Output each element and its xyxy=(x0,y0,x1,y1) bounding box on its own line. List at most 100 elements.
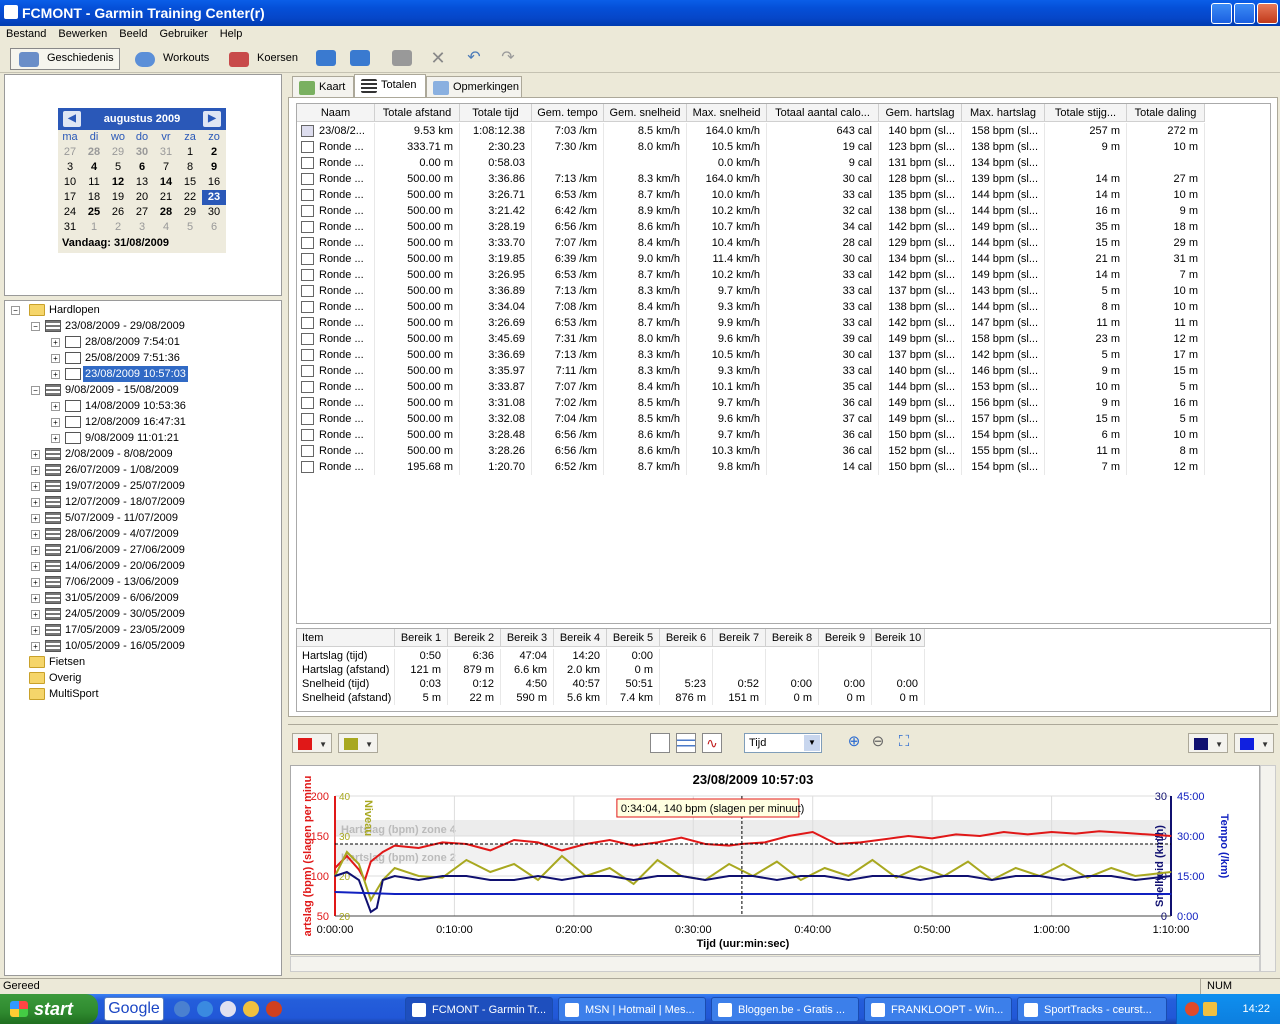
quicklaunch-tc-icon[interactable] xyxy=(174,1001,190,1017)
calendar-day[interactable]: 22 xyxy=(178,190,202,205)
table-row[interactable]: Ronde ... 500.00 m 3:36.89 7:13 /km 8.3 km/h… xyxy=(297,283,1210,299)
tree-node[interactable]: +24/05/2009 - 30/05/2009 xyxy=(5,606,281,622)
calendar-day[interactable]: 31 xyxy=(58,220,82,235)
expand-icon[interactable]: + xyxy=(51,402,60,411)
calendar-day[interactable]: 1 xyxy=(82,220,106,235)
menu-user[interactable]: Gebruiker xyxy=(153,26,213,40)
column-header[interactable]: Naam xyxy=(297,104,375,122)
table-row[interactable]: Ronde ... 500.00 m 3:33.87 7:07 /km 8.4 km/h… xyxy=(297,379,1210,395)
zone-column-header[interactable]: Bereik 6 xyxy=(660,629,713,647)
redo-icon[interactable]: ↷ xyxy=(498,50,518,66)
table-row[interactable]: Ronde ... 500.00 m 3:36.69 7:13 /km 8.3 km/h… xyxy=(297,347,1210,363)
table-row[interactable]: Ronde ... 500.00 m 3:35.97 7:11 /km 8.3 km/h… xyxy=(297,363,1210,379)
calendar-day[interactable]: 5 xyxy=(106,160,130,175)
zoom-fit-icon[interactable]: ⛶ xyxy=(894,733,914,753)
speed-color-picker[interactable]: ▼ xyxy=(1188,733,1228,753)
zone-column-header[interactable]: Bereik 1 xyxy=(395,629,448,647)
menu-view[interactable]: Beeld xyxy=(113,26,153,40)
tree-node[interactable]: +28/08/2009 7:54:01 xyxy=(5,334,281,350)
table-row[interactable]: Ronde ... 500.00 m 3:28.26 6:56 /km 8.6 km/h… xyxy=(297,443,1210,459)
column-header[interactable]: Gem. hartslag xyxy=(879,104,962,122)
chart-area[interactable]: Hartslag (bpm) zone 4 Hartslag (bpm) zone… xyxy=(290,765,1260,955)
table-row[interactable]: Ronde ... 500.00 m 3:45.69 7:31 /km 8.0 km/h… xyxy=(297,331,1210,347)
task-franklooopt[interactable]: FRANKLOOPT - Win... xyxy=(864,997,1012,1022)
calendar-day[interactable]: 14 xyxy=(154,175,178,190)
calendar-day[interactable]: 8 xyxy=(178,160,202,175)
calendar-day[interactable]: 10 xyxy=(58,175,82,190)
table-row[interactable]: Ronde ... 500.00 m 3:34.04 7:08 /km 8.4 km/h… xyxy=(297,299,1210,315)
calendar-day[interactable]: 5 xyxy=(178,220,202,235)
calendar-day[interactable]: 12 xyxy=(106,175,130,190)
calendar-day[interactable]: 25 xyxy=(82,205,106,220)
calendar-day[interactable]: 21 xyxy=(154,190,178,205)
tree-node[interactable]: Overig xyxy=(5,670,281,686)
tray-icon-1[interactable] xyxy=(1185,1002,1199,1016)
maximize-button[interactable] xyxy=(1234,3,1255,24)
level-color-picker[interactable]: ▼ xyxy=(338,733,378,753)
courses-button[interactable]: Koersen xyxy=(220,48,304,70)
expand-icon[interactable]: + xyxy=(31,498,40,507)
zone-column-header[interactable]: Bereik 8 xyxy=(766,629,819,647)
minimize-button[interactable] xyxy=(1211,3,1232,24)
expand-icon[interactable]: + xyxy=(51,434,60,443)
column-header[interactable]: Totale daling xyxy=(1127,104,1205,122)
tree-node[interactable]: +7/06/2009 - 13/06/2009 xyxy=(5,574,281,590)
quicklaunch-search-icon[interactable] xyxy=(243,1001,259,1017)
expand-icon[interactable]: + xyxy=(31,578,40,587)
table-row[interactable]: Ronde ... 500.00 m 3:36.86 7:13 /km 8.3 km/h… xyxy=(297,171,1210,187)
tree-node[interactable]: +25/08/2009 7:51:36 xyxy=(5,350,281,366)
tree-node[interactable]: − Hardlopen xyxy=(5,302,281,318)
expand-icon[interactable]: + xyxy=(31,562,40,571)
column-header[interactable]: Gem. snelheid xyxy=(604,104,687,122)
calendar-day[interactable]: 18 xyxy=(82,190,106,205)
menu-help[interactable]: Help xyxy=(214,26,249,40)
vertical-scrollbar[interactable] xyxy=(1260,765,1276,972)
pace-color-picker[interactable]: ▼ xyxy=(1234,733,1274,753)
tree-node[interactable]: +9/08/2009 11:01:21 xyxy=(5,430,281,446)
column-header[interactable]: Totale tijd xyxy=(460,104,532,122)
calendar-day[interactable]: 24 xyxy=(58,205,82,220)
activity-chart[interactable]: Hartslag (bpm) zone 4Hartslag (bpm) zone… xyxy=(291,766,1259,954)
calendar-day[interactable]: 27 xyxy=(58,145,82,160)
zone-column-header[interactable]: Bereik 5 xyxy=(607,629,660,647)
calendar-day[interactable]: 15 xyxy=(178,175,202,190)
tree-node[interactable]: MultiSport xyxy=(5,686,281,702)
table-row[interactable]: Ronde ... 500.00 m 3:33.70 7:07 /km 8.4 km/h… xyxy=(297,235,1210,251)
zone-column-header[interactable]: Bereik 10 xyxy=(872,629,925,647)
task-sporttracks[interactable]: SportTracks - ceurst... xyxy=(1017,997,1167,1022)
tray-icon-2[interactable] xyxy=(1203,1002,1217,1016)
print-icon[interactable] xyxy=(392,50,412,66)
expand-icon[interactable]: + xyxy=(51,418,60,427)
calendar-day[interactable]: 20 xyxy=(130,190,154,205)
hr-color-picker[interactable]: ▼ xyxy=(292,733,332,753)
task-msn[interactable]: MSN | Hotmail | Mes... xyxy=(558,997,706,1022)
calendar-day[interactable]: 9 xyxy=(202,160,226,175)
column-header[interactable]: Totale afstand xyxy=(375,104,460,122)
calendar-day[interactable]: 13 xyxy=(130,175,154,190)
calendar-day[interactable]: 4 xyxy=(154,220,178,235)
expand-icon[interactable]: + xyxy=(31,482,40,491)
quicklaunch-msn-icon[interactable] xyxy=(220,1001,236,1017)
tree-node[interactable]: +28/06/2009 - 4/07/2009 xyxy=(5,526,281,542)
table-row[interactable]: Ronde ... 333.71 m 2:30.23 7:30 /km 8.0 km/h… xyxy=(297,139,1210,155)
table-row[interactable]: Ronde ... 500.00 m 3:28.48 6:56 /km 8.6 km/h… xyxy=(297,427,1210,443)
tree-node[interactable]: +26/07/2009 - 1/08/2009 xyxy=(5,462,281,478)
next-month-button[interactable]: ▶ xyxy=(203,111,221,127)
receive-from-device-icon[interactable] xyxy=(350,50,370,66)
calendar-day[interactable]: 2 xyxy=(202,145,226,160)
collapse-icon[interactable]: − xyxy=(11,306,20,315)
table-row[interactable]: 23/08/2... 9.53 km 1:08:12.38 7:03 /km 8.5 k… xyxy=(297,123,1210,139)
calendar-day[interactable]: 16 xyxy=(202,175,226,190)
table-row[interactable]: Ronde ... 500.00 m 3:21.42 6:42 /km 8.9 km/h… xyxy=(297,203,1210,219)
google-toolbar[interactable]: Google xyxy=(104,997,164,1021)
tree-node[interactable]: Fietsen xyxy=(5,654,281,670)
collapse-icon[interactable]: − xyxy=(31,386,40,395)
tree-node[interactable]: +19/07/2009 - 25/07/2009 xyxy=(5,478,281,494)
calendar-day[interactable]: 3 xyxy=(130,220,154,235)
table-row[interactable]: Ronde ... 500.00 m 3:26.69 6:53 /km 8.7 km/h… xyxy=(297,315,1210,331)
crosshair-icon[interactable] xyxy=(650,733,670,753)
start-button[interactable]: start xyxy=(0,994,98,1024)
collapse-icon[interactable]: − xyxy=(31,322,40,331)
task-bloggen[interactable]: Bloggen.be - Gratis ... xyxy=(711,997,859,1022)
zone-column-header[interactable]: Bereik 4 xyxy=(554,629,607,647)
